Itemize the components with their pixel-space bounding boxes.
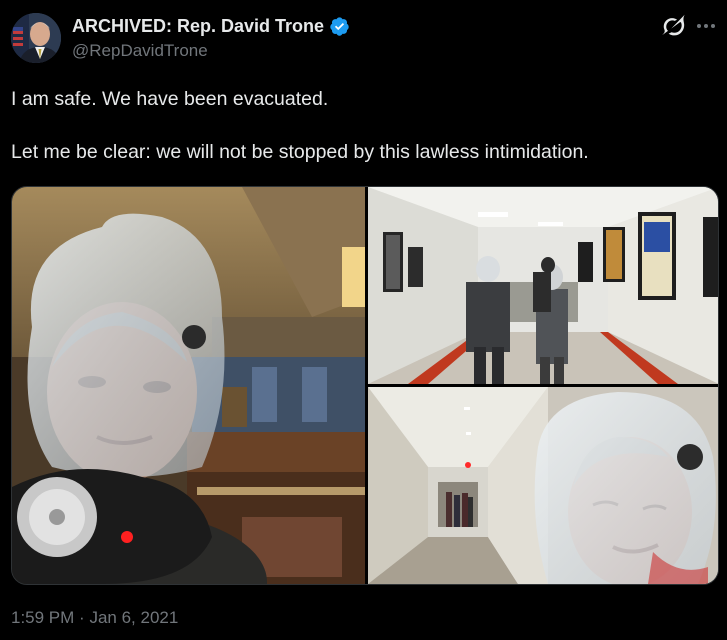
timestamp-separator: ·	[79, 608, 85, 627]
author-display-name[interactable]: ARCHIVED: Rep. David Trone	[72, 16, 324, 37]
author-name-line: ARCHIVED: Rep. David Trone	[72, 14, 350, 38]
author-handle[interactable]: @RepDavidTrone	[72, 41, 208, 61]
media-grid	[11, 186, 719, 585]
avatar[interactable]	[11, 13, 61, 63]
tweet-time[interactable]: 1:59 PM	[11, 608, 74, 627]
media-photo-3[interactable]	[368, 387, 718, 584]
media-photo-2[interactable]	[368, 187, 718, 384]
tweet-text-line: Let me be clear: we will not be stopped …	[11, 141, 589, 163]
verified-badge-icon[interactable]	[329, 16, 350, 37]
more-icon[interactable]	[694, 14, 718, 38]
tweet-timestamp[interactable]: 1:59 PM · Jan 6, 2021	[11, 608, 178, 628]
tweet-date[interactable]: Jan 6, 2021	[89, 608, 178, 627]
tweet-text: I am safe. We have been evacuated. Let m…	[11, 86, 711, 165]
tweet: ARCHIVED: Rep. David Trone @RepDavidTron…	[0, 0, 727, 640]
grok-icon[interactable]	[662, 14, 686, 38]
media-photo-1[interactable]	[12, 187, 365, 584]
tweet-text-line: I am safe. We have been evacuated.	[11, 88, 329, 110]
